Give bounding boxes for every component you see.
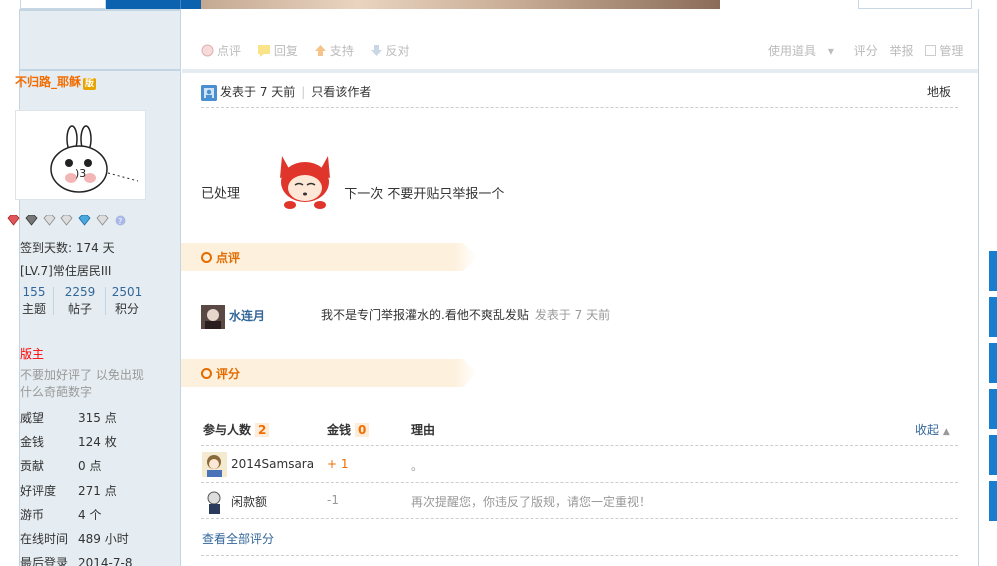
medal-icon[interactable] — [96, 215, 109, 226]
thumb-up-icon — [314, 44, 327, 60]
medal-row: ? — [7, 213, 128, 227]
rating-money-total: 金钱 0 — [327, 421, 370, 438]
divider — [201, 555, 958, 556]
more-medals-icon[interactable]: ? — [114, 215, 127, 226]
divider — [201, 518, 958, 519]
rater-name[interactable]: 2014Samsara — [231, 457, 314, 471]
reply-icon — [257, 44, 271, 60]
stat-points[interactable]: 2501 积分 — [108, 284, 146, 318]
rabbit-avatar-icon: )3 — [50, 125, 139, 193]
rater-avatar[interactable] — [202, 489, 227, 514]
medal-icon[interactable] — [60, 215, 74, 226]
post-divider — [182, 69, 978, 73]
field-coins: 游币 4 个 — [20, 508, 102, 522]
comment-text: 我不是专门举报灌水的.看他不爽乱发贴 发表于 7 天前 — [321, 308, 611, 322]
svg-text:?: ? — [118, 217, 122, 226]
rating-header: 评分 — [181, 359, 477, 387]
chevron-up-icon: ▲ — [942, 427, 950, 437]
side-float-tab[interactable] — [989, 481, 997, 521]
divider — [201, 445, 958, 446]
nav-separator — [180, 0, 181, 9]
author-name[interactable]: 不归路_耶稣版 — [15, 73, 97, 90]
collapse-button[interactable]: 收起 ▲ — [915, 421, 950, 438]
chevron-down-icon: ▾ — [827, 44, 834, 58]
circle-icon — [201, 252, 212, 263]
post-text-after: 下一次 不要开贴只举报一个 — [344, 186, 505, 202]
svg-text:)3: )3 — [75, 167, 86, 180]
side-float-tab[interactable] — [989, 435, 997, 475]
previous-post-tools: 使用道具 ▾ 评分 举报 管理 — [768, 42, 979, 59]
post-content: 已处理 下一次 不要开贴只举报一个 — [201, 156, 505, 222]
user-group[interactable]: 版主 — [20, 345, 44, 362]
fox-emoji-icon — [276, 152, 334, 209]
previous-post-actions: 点评 回复 支持 反对 — [201, 42, 422, 60]
field-last-login: 最后登录 2014-7-8 — [20, 556, 133, 566]
floor-number[interactable]: 地板 — [927, 83, 951, 100]
side-float-tab[interactable] — [989, 343, 997, 383]
comment-icon — [201, 44, 214, 60]
side-float-tab[interactable] — [989, 389, 997, 429]
medal-icon[interactable] — [78, 215, 91, 226]
divider — [201, 482, 958, 483]
view-all-ratings-link[interactable]: 查看全部评分 — [202, 530, 274, 547]
field-rating: 好评度 271 点 — [20, 484, 117, 498]
checkbox-icon — [925, 45, 937, 56]
circle-icon — [201, 368, 212, 379]
post-time: 发表于 7 天前 — [220, 85, 296, 99]
use-item-menu[interactable]: 使用道具 ▾ — [768, 44, 842, 58]
rate-link[interactable]: 评分 — [854, 44, 878, 58]
online-status-icon — [201, 84, 217, 101]
post-text-before: 已处理 — [201, 186, 241, 202]
medal-icon[interactable] — [7, 215, 20, 226]
field-prestige: 威望 315 点 — [20, 411, 117, 425]
report-link[interactable]: 举报 — [890, 44, 914, 58]
search-button[interactable] — [858, 0, 972, 9]
comments-header: 点评 — [181, 243, 477, 271]
divider — [201, 107, 958, 108]
rater-name[interactable]: 闲款额 — [231, 493, 267, 510]
field-contribution: 贡献 0 点 — [20, 459, 102, 473]
signin-days: 签到天数: 174 天 — [20, 241, 115, 255]
rater-value: + 1 — [327, 457, 349, 471]
divider — [20, 9, 180, 11]
rater-reason: 再次提醒您，你违反了版规，请您一定重视！ — [411, 495, 652, 509]
field-money: 金钱 124 枚 — [20, 435, 117, 449]
user-motto: 不要加好评了 以免出现什么奇葩数字 — [20, 368, 144, 399]
nav-tab-active[interactable] — [20, 0, 106, 9]
user-level[interactable]: [LV.7]常住居民III — [20, 262, 111, 279]
commenter-avatar[interactable] — [201, 305, 225, 329]
reply-action[interactable]: 回复 — [257, 44, 298, 58]
post-meta: 发表于 7 天前 | 只看该作者 — [201, 83, 371, 101]
oppose-action[interactable]: 反对 — [370, 44, 410, 58]
author-only-link[interactable]: 只看该作者 — [311, 85, 371, 99]
thumb-down-icon — [370, 44, 383, 60]
manage-checkbox[interactable]: 管理 — [925, 44, 971, 58]
rating-participants: 参与人数 2 — [203, 421, 270, 438]
divider — [20, 69, 180, 71]
divider — [105, 287, 106, 315]
user-stats: 155 主题 2259 帖子 2501 积分 — [15, 284, 145, 318]
side-float-tab[interactable] — [989, 251, 997, 291]
rater-reason: 。 — [411, 459, 424, 473]
commenter-name[interactable]: 水连月 — [229, 307, 265, 324]
avatar[interactable]: )3 — [15, 110, 146, 200]
rater-avatar[interactable] — [202, 452, 227, 477]
support-action[interactable]: 支持 — [314, 44, 354, 58]
side-float-tab[interactable] — [989, 297, 997, 337]
comment-action[interactable]: 点评 — [201, 44, 241, 58]
divider — [53, 287, 54, 315]
comment-time: 发表于 7 天前 — [534, 308, 611, 322]
stat-posts[interactable]: 2259 帖子 — [59, 284, 101, 318]
field-online-time: 在线时间 489 小时 — [20, 532, 129, 546]
medal-icon[interactable] — [43, 215, 56, 226]
rating-reason-header: 理由 — [411, 423, 436, 437]
pipe-separator: | — [301, 85, 306, 99]
stat-topics[interactable]: 155 主题 — [15, 284, 53, 318]
rater-value: -1 — [327, 493, 339, 507]
medal-icon[interactable] — [25, 215, 38, 226]
moderator-badge-icon: 版 — [83, 78, 97, 90]
